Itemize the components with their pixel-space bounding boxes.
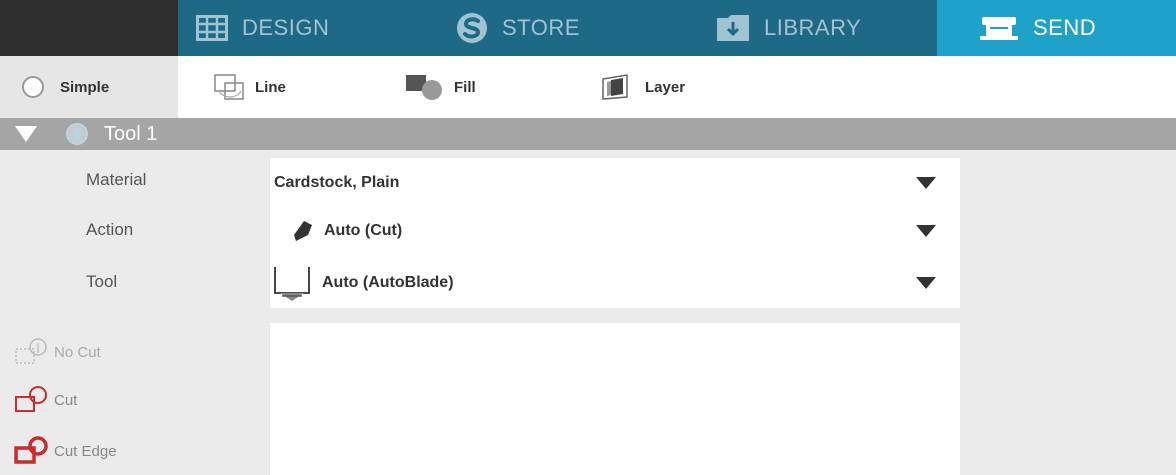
library-folder-icon [716,14,750,42]
tab-design-label: DESIGN [242,15,330,40]
cut-option[interactable]: Cut [14,382,77,418]
action-dropdown-arrow-icon[interactable] [916,225,936,237]
blade-cut-icon [292,219,314,243]
action-value: Auto (Cut) [324,222,403,239]
line-mode-icon [213,73,247,101]
mode-simple-label: Simple [60,78,110,96]
cut-options-panel [270,323,960,475]
tool-select[interactable]: Auto (AutoBlade) [270,258,960,308]
cut-edge-label: Cut Edge [54,442,117,460]
tab-library[interactable]: LIBRARY [716,0,861,56]
tab-design[interactable]: DESIGN [196,0,329,56]
action-select[interactable]: Auto (Cut) [270,206,960,256]
mode-line[interactable]: Line [213,56,286,118]
no-cut-icon [14,337,50,367]
tab-send[interactable]: SEND [937,0,1176,56]
cutter-machine-icon [979,15,1019,41]
cut-edge-option[interactable]: Cut Edge [14,433,117,469]
layer-mode-icon [597,73,637,101]
mode-fill-label: Fill [454,78,476,96]
material-select[interactable]: Cardstock, Plain [270,158,960,208]
mode-simple[interactable]: Simple [22,56,109,118]
material-dropdown-arrow-icon[interactable] [916,177,936,189]
tool-header-title: Tool 1 [104,122,158,145]
tool-label: Tool [86,272,118,291]
mode-bar: Simple Line Fill Layer [0,56,1176,118]
collapse-caret-icon[interactable] [14,124,38,144]
autoblade-icon [272,263,312,303]
mode-line-label: Line [255,78,286,96]
no-cut-label: No Cut [54,343,101,361]
tool-holder-icon [66,123,88,145]
cut-icon [14,385,50,415]
tool-1-header[interactable]: Tool 1 [0,118,1176,150]
tool-value: Auto (AutoBlade) [322,274,454,291]
mode-layer[interactable]: Layer [597,56,685,118]
settings-panel: Cardstock, Plain Auto (Cut) Auto (AutoBl… [270,158,960,308]
fill-mode-icon [404,73,446,101]
action-label: Action [86,220,134,239]
top-nav-bar: DESIGN STORE LIBRARY SEND [0,0,1176,56]
tab-store-label: STORE [502,15,580,40]
tab-send-label: SEND [1033,15,1097,40]
grid-icon [196,15,228,41]
tool-dropdown-arrow-icon[interactable] [916,277,936,289]
nav-left-block [0,0,178,56]
material-label: Material [86,170,147,189]
mode-layer-label: Layer [645,78,686,96]
cut-label: Cut [54,391,78,409]
store-s-icon [456,12,488,44]
tab-store[interactable]: STORE [456,0,580,56]
cut-edge-icon [14,436,50,466]
tab-library-label: LIBRARY [764,15,862,40]
mode-fill[interactable]: Fill [404,56,476,118]
material-value: Cardstock, Plain [274,174,400,191]
no-cut-option[interactable]: No Cut [14,334,101,370]
simple-radio-icon[interactable] [22,76,44,98]
